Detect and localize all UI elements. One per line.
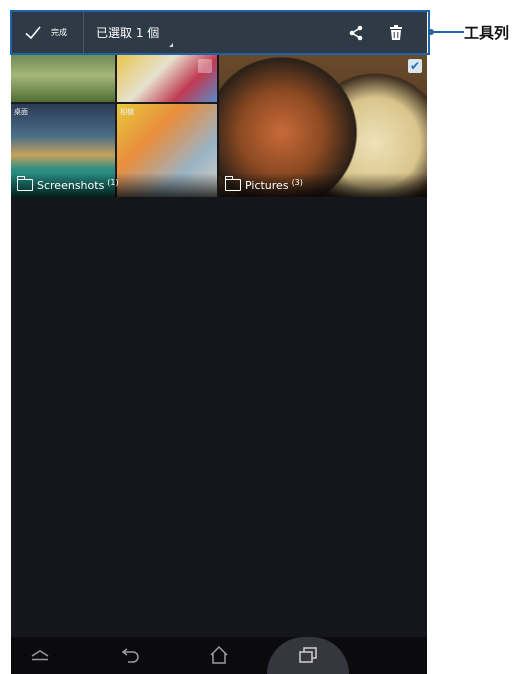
return-arrow-icon <box>121 648 139 663</box>
nav-recent-apps-button[interactable] <box>293 641 323 669</box>
folder-icon <box>224 176 241 191</box>
recent-apps-icon <box>299 647 317 663</box>
album-pictures[interactable]: ✔ Pictures (3) <box>219 54 427 197</box>
home-icon <box>210 645 228 664</box>
selected-checkmark-icon[interactable]: ✔ <box>408 59 422 73</box>
back-chevron-icon <box>31 650 49 661</box>
select-checkbox[interactable] <box>198 59 212 73</box>
album-name: Screenshots <box>37 178 105 192</box>
thumbnail-caption: 桌面 <box>14 108 28 116</box>
album-screenshots[interactable]: 桌面 相機 Screenshots (1) <box>11 54 217 197</box>
album-caption: Pictures (3) <box>219 173 427 197</box>
device-screen: 桌面 相機 Screenshots (1) ✔ Pictures (3) 完成 … <box>11 11 427 674</box>
callout-leader-line <box>430 31 464 33</box>
toolbar-highlight-frame <box>10 10 430 55</box>
nav-back-chevron[interactable] <box>25 641 55 669</box>
thumbnail-caption: 相機 <box>120 108 134 116</box>
thumbnail <box>11 54 115 102</box>
album-name: Pictures <box>245 178 289 192</box>
album-caption: Screenshots (1) <box>11 173 217 197</box>
navigation-bar <box>11 637 427 674</box>
nav-back-button[interactable] <box>116 641 146 669</box>
folder-icon <box>16 176 33 191</box>
toolbar-callout-label: 工具列 <box>464 24 510 42</box>
album-count: (3) <box>291 177 303 187</box>
thumbnail <box>117 54 217 102</box>
nav-home-button[interactable] <box>204 641 234 669</box>
album-count: (1) <box>107 177 119 187</box>
